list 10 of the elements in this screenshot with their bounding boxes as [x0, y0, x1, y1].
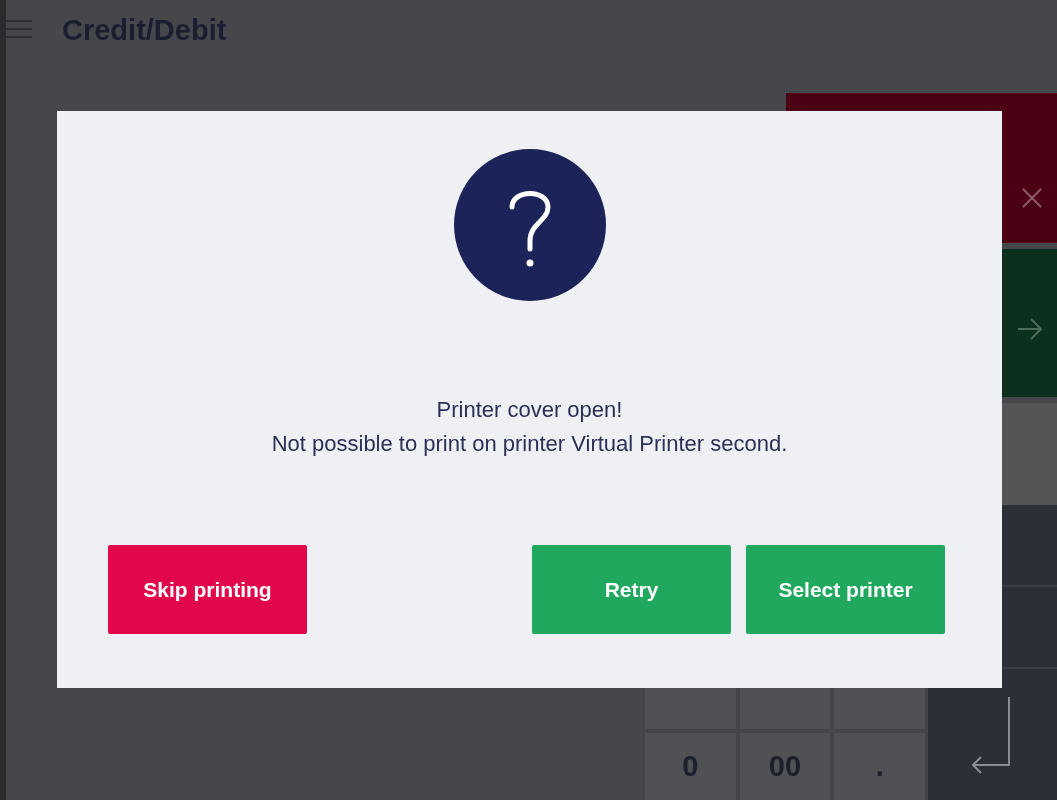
close-icon: [1021, 187, 1043, 209]
menu-icon[interactable]: [2, 19, 32, 39]
action-button[interactable]: Select printer: [746, 545, 945, 634]
keypad-key[interactable]: .: [834, 733, 925, 800]
action-button[interactable]: Retry: [532, 545, 731, 634]
skip-button[interactable]: Skip printing: [108, 545, 307, 634]
message-text: Not possible to print on printer Virtual Printer second.: [271, 431, 788, 457]
arrow-right-icon: [1017, 318, 1043, 340]
message-text: Printer cover open!: [436, 397, 623, 423]
help-icon: [453, 149, 606, 301]
